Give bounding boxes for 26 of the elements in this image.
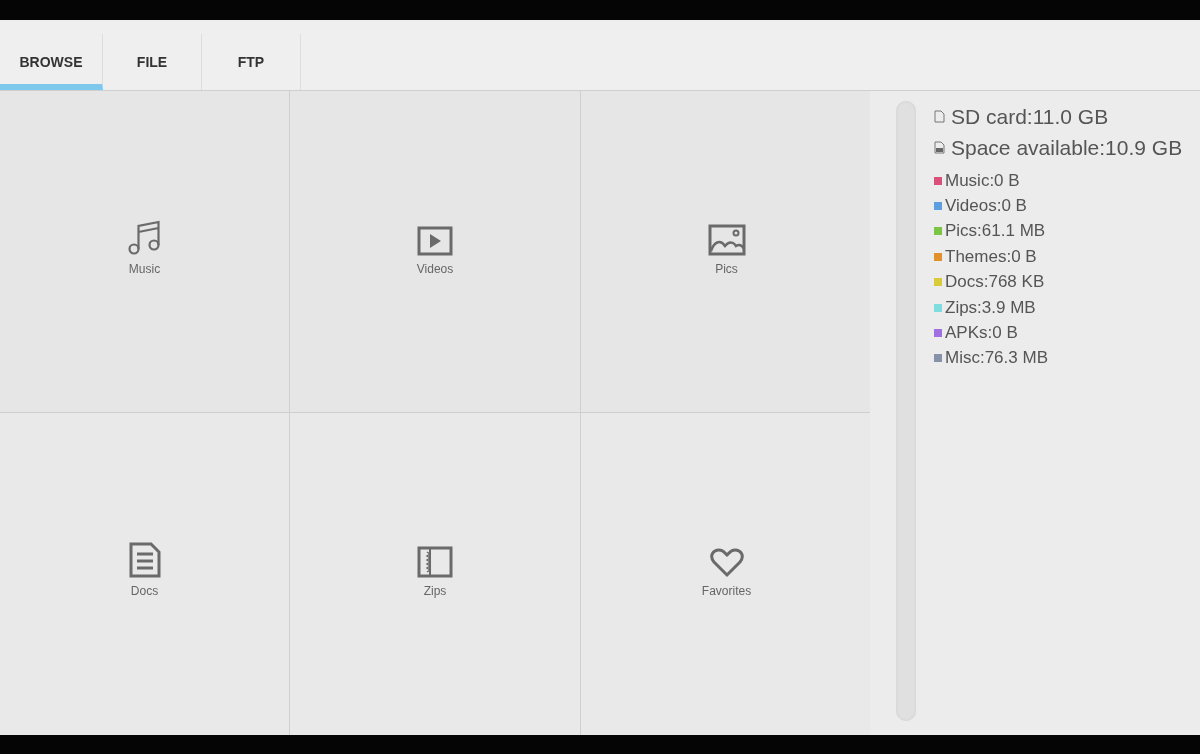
storage-category: Music:0 B xyxy=(945,170,1020,191)
storage-category: APKs:0 B xyxy=(945,323,1018,344)
document-icon xyxy=(128,542,161,578)
storage-category: Docs:768 KB xyxy=(945,272,1045,293)
music-note-icon xyxy=(126,219,163,256)
storage-category: Misc:76.3 MB xyxy=(945,348,1048,369)
tab[interactable]: FTP xyxy=(202,34,301,90)
sd-card-icon xyxy=(934,141,945,154)
heart-icon xyxy=(709,548,744,578)
category-tile[interactable]: Music xyxy=(0,91,289,412)
zipper-book-icon xyxy=(417,546,453,578)
play-icon xyxy=(417,225,453,256)
space-available: Space available:10.9 GB xyxy=(951,135,1183,160)
category-tile[interactable]: Zips xyxy=(290,413,580,735)
sd-card-total: SD card:11.0 GB xyxy=(951,104,1109,129)
picture-icon xyxy=(707,223,746,256)
storage-category: Videos:0 B xyxy=(945,196,1027,217)
tab[interactable]: FILE xyxy=(103,34,202,90)
category-tile[interactable]: Favorites xyxy=(581,413,872,735)
storage-category: Themes:0 B xyxy=(945,246,1037,267)
category-tile[interactable]: Pics xyxy=(581,91,872,412)
category-tile[interactable]: Videos xyxy=(290,91,580,412)
category-tile[interactable]: Docs xyxy=(0,413,289,735)
sd-card-icon xyxy=(934,110,945,123)
storage-category: Zips:3.9 MB xyxy=(945,297,1036,318)
storage-category: Pics:61.1 MB xyxy=(945,221,1046,242)
